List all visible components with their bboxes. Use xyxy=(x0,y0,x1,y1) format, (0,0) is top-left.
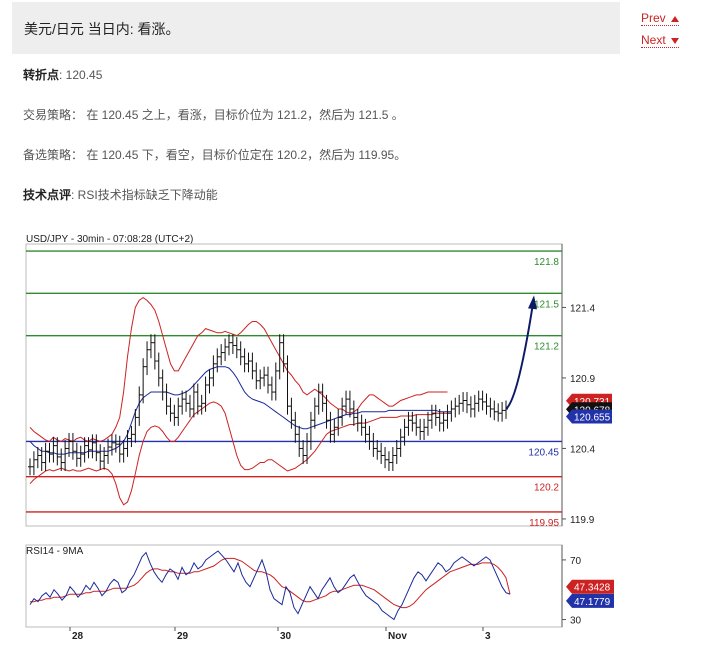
alternative-text: 在 120.45 下，看空，目标价位定在 120.2，然后为 119.95。 xyxy=(83,148,407,162)
chart-area: USD/JPY - 30min - 07:08:28 (UTC+2) 121.4… xyxy=(0,230,711,642)
title-bar: 美元/日元 当日内: 看涨。 xyxy=(12,2,620,54)
alternative-label: 备选策略： xyxy=(23,148,84,162)
comment-text: : RSI技术指标缺乏下降动能 xyxy=(71,188,218,202)
comment-label: 技术点评 xyxy=(23,188,72,202)
rsi-ma-line xyxy=(30,557,511,609)
prev-label: Prev xyxy=(641,11,666,25)
strategy-text: 在 120.45 之上，看涨，目标价位为 121.2，然后为 121.5 。 xyxy=(83,108,404,122)
level-label-5: 119.95 xyxy=(529,518,559,529)
level-label-1: 121.5 xyxy=(534,299,559,310)
price-chart: USD/JPY - 30min - 07:08:28 (UTC+2) 121.4… xyxy=(25,234,614,642)
rsi-tag-label-0: 47.3428 xyxy=(574,583,611,594)
price-tick-label-3: 119.9 xyxy=(570,515,595,526)
alternative-line: 备选策略： 在 120.45 下，看空，目标价位定在 120.2，然后为 119… xyxy=(23,146,406,163)
x-tick-label-0: 28 xyxy=(72,631,84,641)
chart-title: USD/JPY - 30min - 07:08:28 (UTC+2) xyxy=(26,234,193,245)
rsi-tag-label-1: 47.1779 xyxy=(574,597,611,608)
x-tick-label-4: 3 xyxy=(485,631,491,641)
projection-arrow xyxy=(505,303,534,410)
price-tick-label-0: 121.4 xyxy=(570,303,595,314)
comment-line: 技术点评: RSI技术指标缺乏下降动能 xyxy=(23,186,218,203)
main-panel-frame xyxy=(25,243,563,527)
level-label-4: 120.2 xyxy=(534,483,559,494)
level-label-2: 121.2 xyxy=(534,342,559,353)
prev-link[interactable]: Prev xyxy=(641,11,679,26)
bollinger-upper-line xyxy=(29,296,448,442)
level-label-0: 121.8 xyxy=(534,257,559,268)
rsi-tick-label-0: 70 xyxy=(570,556,582,567)
pivot-value: : 120.45 xyxy=(59,68,103,82)
strategy-line: 交易策略： 在 120.45 之上，看涨，目标价位为 121.2，然后为 121… xyxy=(23,106,404,123)
rsi-tick-label-1: 30 xyxy=(570,616,582,627)
price-tick-label-2: 120.4 xyxy=(570,444,595,455)
pivot-line: 转折点: 120.45 xyxy=(23,66,102,83)
x-tick-label-2: 30 xyxy=(280,631,292,641)
x-tick-label-1: 29 xyxy=(177,631,189,641)
triangle-up-icon xyxy=(670,15,679,22)
page-title: 美元/日元 当日内: 看涨。 xyxy=(24,21,180,37)
rsi-panel-frame xyxy=(25,544,563,628)
pivot-label: 转折点 xyxy=(23,68,60,82)
triangle-down-icon xyxy=(670,37,679,44)
price-tag-label-2: 120.655 xyxy=(574,412,611,423)
level-label-3: 120.45 xyxy=(528,447,559,458)
next-link[interactable]: Next xyxy=(641,33,679,48)
next-label: Next xyxy=(641,33,666,47)
rsi-title: RSI14 - 9MA xyxy=(26,546,84,557)
x-tick-label-3: Nov xyxy=(388,631,407,641)
rsi-line xyxy=(29,550,511,621)
price-tick-label-1: 120.9 xyxy=(570,374,595,385)
strategy-label: 交易策略： xyxy=(23,108,84,122)
